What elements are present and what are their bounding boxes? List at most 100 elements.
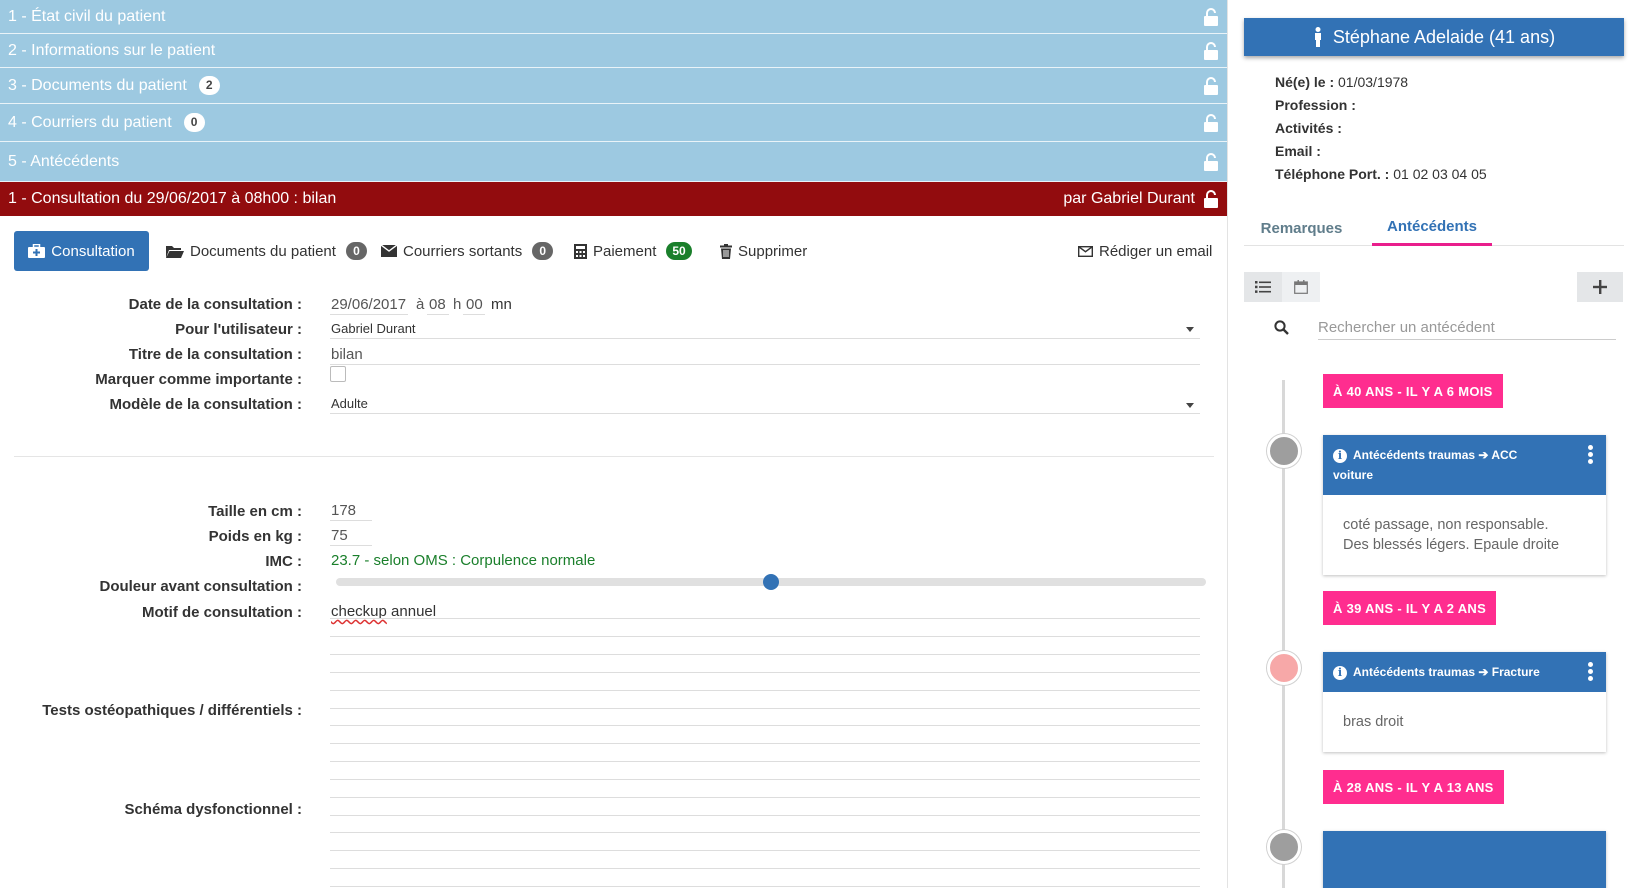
hour-field[interactable]: 08 <box>429 296 446 313</box>
accordion-courriers[interactable]: 4 - Courriers du patient 0 <box>0 104 1227 142</box>
consultation-button[interactable]: Consultation <box>14 231 149 271</box>
calculator-icon <box>574 243 587 259</box>
accordion-label: 3 - Documents du patient <box>8 76 187 94</box>
unlock-icon <box>1204 190 1218 208</box>
more-vertical-icon[interactable] <box>1588 662 1594 682</box>
folder-open-icon <box>166 245 184 258</box>
schema-label: Schéma dysfonctionnel : <box>124 801 302 818</box>
hour-underline <box>427 314 449 315</box>
activites-line: Activités : <box>1275 120 1342 136</box>
minutes-underline <box>463 314 485 315</box>
info-icon: i <box>1333 666 1347 680</box>
sidebar-tabs: Remarques Antécédents <box>1244 210 1624 246</box>
consultation-panel: 1 - État civil du patient 2 - Informatio… <box>0 0 1227 888</box>
timeline-age-tag: À 40 ANS - IL Y A 6 MOIS <box>1323 374 1503 408</box>
birthdate-label: Né(e) le : <box>1275 74 1335 90</box>
titre-input[interactable]: bilan <box>331 346 363 363</box>
profession-line: Profession : <box>1275 97 1356 113</box>
taille-underline <box>330 520 372 521</box>
date-underline <box>330 314 408 315</box>
antecedent-card[interactable] <box>1323 831 1606 888</box>
unlock-icon <box>1204 152 1218 171</box>
accordion-documents[interactable]: 3 - Documents du patient 2 <box>0 68 1227 104</box>
patient-name: Stéphane Adelaide (41 ans) <box>1332 26 1556 47</box>
ruled-line <box>330 850 1200 851</box>
supprimer-button[interactable]: Supprimer <box>720 231 807 271</box>
birthdate-value: 01/03/1978 <box>1338 74 1409 90</box>
list-icon <box>1255 281 1271 293</box>
antecedent-card[interactable]: i Antécédents traumas ➔ ACC voiture coté … <box>1323 435 1606 575</box>
ruled-line <box>330 672 1200 673</box>
plus-icon <box>1593 280 1607 294</box>
accordion-label: 1 - État civil du patient <box>8 7 166 25</box>
envelope-icon <box>381 245 397 257</box>
courriers-tab-label: Courriers sortants <box>403 242 523 260</box>
ruled-line <box>330 636 1200 637</box>
timeline-age-tag: À 39 ANS - IL Y A 2 ANS <box>1323 591 1497 625</box>
motif-label: Motif de consultation : <box>142 604 302 621</box>
view-toggle <box>1244 272 1320 302</box>
calendar-view-button[interactable] <box>1282 272 1320 302</box>
search-icon <box>1274 320 1289 335</box>
consultation-author: par Gabriel Durant <box>1063 190 1195 207</box>
patient-name-button[interactable]: Stéphane Adelaide (41 ans) <box>1244 18 1624 56</box>
chevron-down-icon <box>1186 327 1194 332</box>
user-select[interactable]: Gabriel Durant <box>331 321 416 336</box>
poids-label: Poids en kg : <box>208 528 302 545</box>
antecedent-card-body: bras droit <box>1323 692 1606 752</box>
ruled-line <box>330 708 1200 709</box>
modele-label: Modèle de la consultation : <box>109 396 302 413</box>
antecedent-card-header <box>1323 831 1606 888</box>
documents-count-badge: 2 <box>198 76 220 95</box>
tab-antecedents[interactable]: Antécédents <box>1372 210 1492 246</box>
more-vertical-icon[interactable] <box>1588 445 1594 465</box>
accordion-etat-civil[interactable]: 1 - État civil du patient <box>0 0 1227 34</box>
timeline-age-tag: À 28 ANS - IL Y A 13 ANS <box>1323 770 1504 804</box>
douleur-label: Douleur avant consultation : <box>99 578 302 595</box>
poids-input[interactable]: 75 <box>331 527 348 544</box>
antecedent-card[interactable]: i Antécédents traumas ➔ Fracture bras dro… <box>1323 652 1606 752</box>
ruled-line <box>330 618 1200 619</box>
email-label: Email : <box>1275 143 1321 159</box>
date-field[interactable]: 29/06/2017 <box>331 296 406 313</box>
tab-remarques[interactable]: Remarques <box>1244 210 1359 246</box>
a-text: à <box>416 296 425 313</box>
paiement-tab[interactable]: Paiement 50 <box>574 231 692 271</box>
accordion-label: 5 - Antécédents <box>8 152 120 170</box>
ruled-line <box>330 815 1200 816</box>
documents-tab[interactable]: Documents du patient 0 <box>166 231 367 271</box>
minutes-field[interactable]: 00 <box>466 296 483 313</box>
patient-sidebar: Stéphane Adelaide (41 ans) Né(e) le : 01… <box>1227 0 1640 888</box>
timeline-dot <box>1267 434 1301 468</box>
antecedent-card-header: i Antécédents traumas ➔ Fracture <box>1323 652 1606 692</box>
titre-underline <box>330 364 1200 365</box>
birthdate-line: Né(e) le : 01/03/1978 <box>1275 74 1408 90</box>
antecedent-card-text-1: coté passage, non responsable. <box>1343 517 1549 533</box>
add-antecedent-button[interactable] <box>1577 272 1623 302</box>
ruled-line <box>330 886 1200 887</box>
email-button[interactable]: Rédiger un email <box>1078 231 1212 271</box>
accordion-label: 4 - Courriers du patient <box>8 113 172 131</box>
accordion-antecedents[interactable]: 5 - Antécédents <box>0 142 1227 182</box>
antecedent-card-header: i Antécédents traumas ➔ ACC voiture <box>1323 435 1606 495</box>
antecedent-card-title: Antécédents traumas ➔ ACC <box>1353 448 1518 462</box>
courriers-tab[interactable]: Courriers sortants 0 <box>381 231 554 271</box>
accordion-informations[interactable]: 2 - Informations sur le patient <box>0 34 1227 68</box>
ruled-line <box>330 868 1200 869</box>
consultation-header[interactable]: 1 - Consultation du 29/06/2017 à 08h00 :… <box>0 182 1227 216</box>
important-checkbox[interactable] <box>330 366 346 382</box>
search-input[interactable] <box>1318 316 1616 340</box>
info-icon: i <box>1333 449 1347 463</box>
douleur-slider-handle[interactable] <box>763 574 779 590</box>
timeline-dot <box>1267 830 1301 864</box>
antecedent-card-text-1: bras droit <box>1343 714 1404 730</box>
date-label: Date de la consultation : <box>128 296 302 313</box>
user-underline <box>330 338 1200 339</box>
list-view-button[interactable] <box>1244 272 1282 302</box>
telephone-value: 01 02 03 04 05 <box>1393 166 1487 182</box>
accordion-label: 2 - Informations sur le patient <box>8 41 216 59</box>
app-root: 1 - État civil du patient 2 - Informatio… <box>0 0 1640 888</box>
ruled-line <box>330 797 1200 798</box>
modele-select[interactable]: Adulte <box>331 396 368 411</box>
taille-input[interactable]: 178 <box>331 502 356 519</box>
